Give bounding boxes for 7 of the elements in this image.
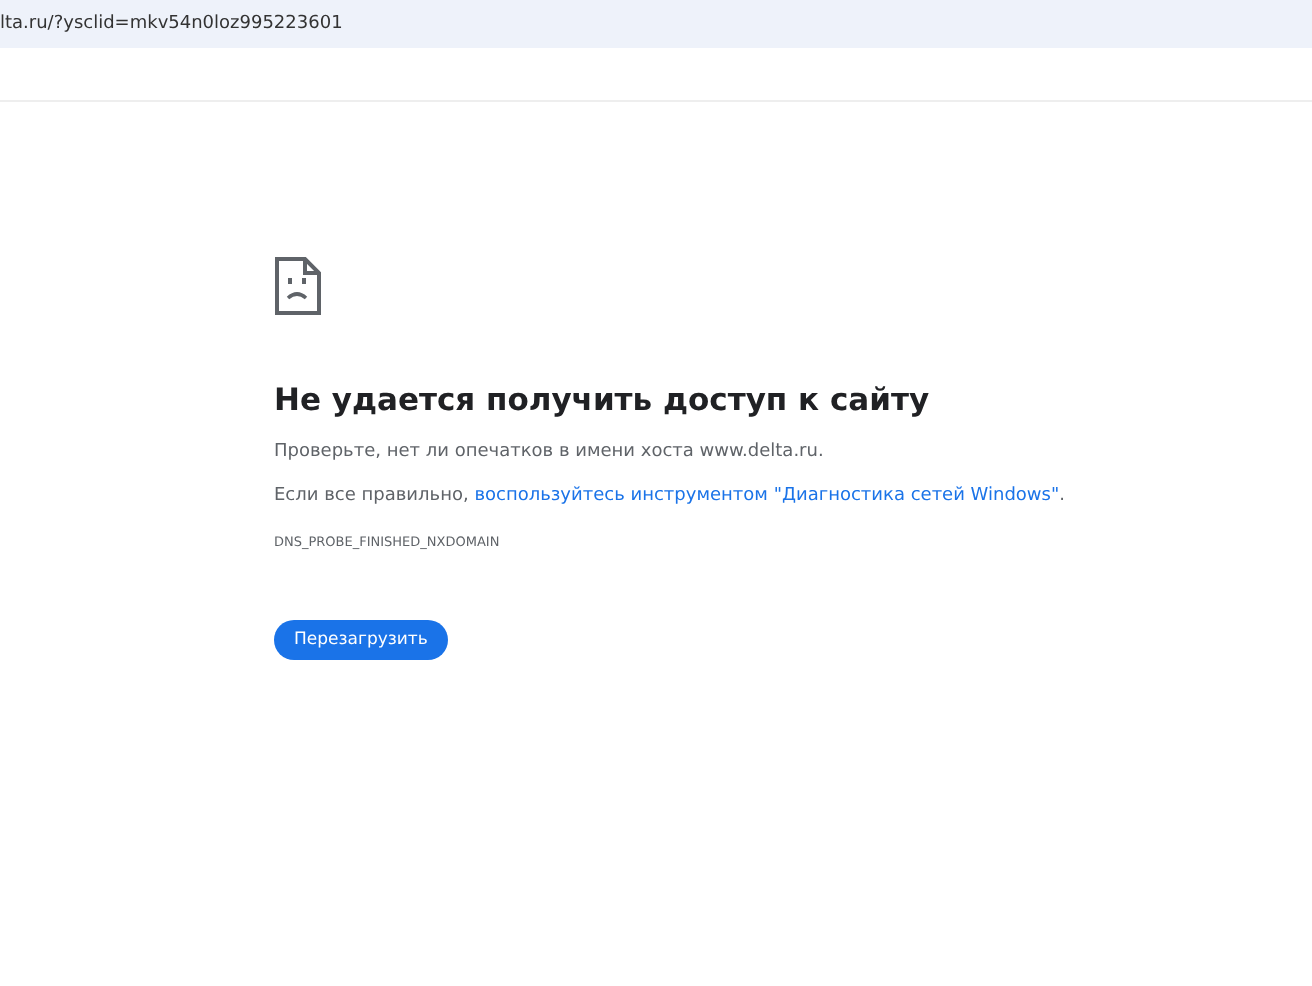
hint-text: Проверьте, нет ли опечатков в имени хоста www.delta.ru.: [274, 442, 824, 462]
sad-document-icon: [274, 256, 322, 316]
reload-button[interactable]: Перезагрузить: [274, 620, 448, 660]
diagnostics-link[interactable]: воспользуйтесь инструментом "Диагностика сетей Windows": [474, 486, 1060, 506]
error-title: Не удается получить доступ к сайту: [274, 382, 930, 418]
advice-text: Если все правильно, воспользуйтесь инструментом "Диагностика сетей Windows".: [274, 486, 1065, 506]
address-bar[interactable]: lta.ru/?ysclid=mkv54n0loz995223601: [0, 0, 1312, 48]
